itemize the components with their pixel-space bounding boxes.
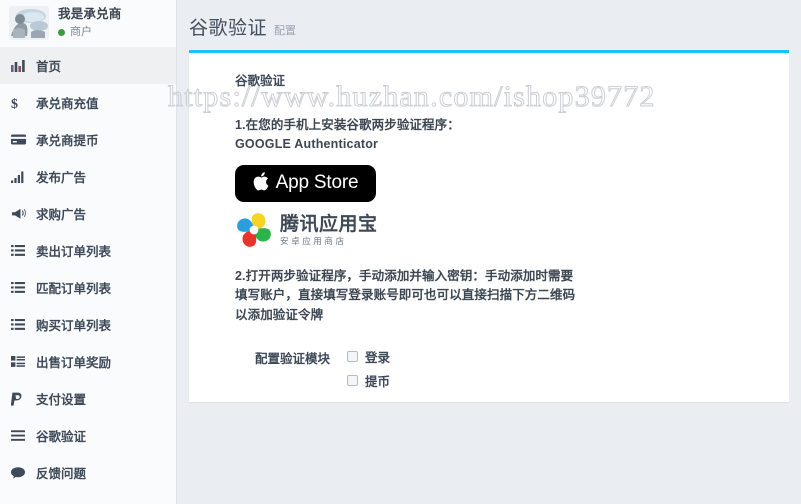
step-1-line-2: GOOGLE Authenticator: [235, 137, 379, 152]
section-title: 谷歌验证: [235, 74, 286, 88]
verification-module-row: 配置验证模块 登录 提币: [235, 347, 771, 395]
step-1-line-1: 1.在您的手机上安装谷歌两步验证程序：: [235, 118, 460, 132]
bars-icon: [11, 430, 30, 441]
sidebar-item-home[interactable]: 首页: [0, 47, 176, 84]
tencent-title: 腾讯应用宝: [280, 213, 378, 235]
panel-body: 谷歌验证 1.在您的手机上安装谷歌两步验证程序： GOOGLE Authenti…: [189, 53, 789, 402]
tencent-subtitle: 安卓应用商店: [280, 235, 347, 246]
form-label: 配置验证模块: [255, 351, 331, 366]
sidebar-item-label: 支付设置: [36, 393, 87, 407]
credit-card-icon: [11, 134, 30, 145]
sidebar-item-label: 卖出订单列表: [36, 245, 112, 259]
sidebar-item-login-log[interactable]: 123 登录日志: [0, 491, 176, 504]
sidebar-item-label: 匹配订单列表: [36, 282, 112, 296]
page-subtitle: 配置: [274, 25, 297, 37]
sidebar-item-label: 首页: [36, 60, 62, 74]
tencent-myapp-logo-icon: [235, 211, 273, 249]
paypal-icon: [11, 392, 30, 406]
sidebar: 我是承兑商 商户 首页 $ 承兑商充值 承兑商提币 发布广告 求购广告 卖出订单…: [0, 0, 177, 504]
sidebar-item-label: 登录日志: [36, 500, 86, 504]
step-1-text: 1.在您的手机上安装谷歌两步验证程序： GOOGLE Authenticator: [235, 116, 771, 155]
status-dot-icon: [58, 28, 65, 36]
checkbox-box-icon[interactable]: [347, 374, 358, 386]
signal-bars-icon: [11, 171, 30, 183]
sidebar-menu: 首页 $ 承兑商充值 承兑商提币 发布广告 求购广告 卖出订单列表 匹配订单列表…: [0, 47, 176, 504]
checkbox-label: 提币: [365, 374, 391, 389]
sidebar-item-label: 承兑商提币: [36, 134, 99, 148]
profile-status-label: 商户: [70, 25, 92, 38]
sidebar-item-match-orders[interactable]: 匹配订单列表: [0, 269, 176, 306]
sidebar-profile[interactable]: 我是承兑商 商户: [0, 0, 176, 47]
dollar-sign-icon: $: [11, 96, 30, 110]
sidebar-item-payment-settings[interactable]: 支付设置: [0, 380, 176, 417]
sidebar-item-label: 发布广告: [36, 171, 87, 185]
sidebar-item-label: 谷歌验证: [36, 430, 87, 444]
app-root: 我是承兑商 商户 首页 $ 承兑商充值 承兑商提币 发布广告 求购广告 卖出订单…: [0, 0, 801, 504]
checkbox-box-icon[interactable]: [347, 350, 358, 362]
tencent-text: 腾讯应用宝 安卓应用商店: [280, 215, 378, 246]
sidebar-item-label: 购买订单列表: [36, 319, 112, 333]
google-auth-panel: 谷歌验证 1.在您的手机上安装谷歌两步验证程序： GOOGLE Authenti…: [189, 50, 789, 402]
profile-status: 商户: [58, 26, 122, 39]
checkbox-withdraw[interactable]: 提币: [347, 371, 390, 390]
app-store-label: App Store: [275, 172, 359, 194]
checkbox-login[interactable]: 登录: [347, 347, 390, 366]
profile-text: 我是承兑商 商户: [58, 7, 122, 38]
tencent-myapp-button[interactable]: 腾讯应用宝 安卓应用商店: [235, 211, 387, 249]
megaphone-icon: [11, 207, 30, 220]
checkbox-label: 登录: [365, 350, 391, 365]
app-store-button[interactable]: App Store: [235, 164, 376, 202]
sidebar-item-label: 承兑商充值: [36, 97, 99, 111]
list-icon: [11, 282, 30, 293]
checkbox-group: 登录 提币: [347, 347, 390, 395]
sidebar-item-google-auth[interactable]: 谷歌验证: [0, 417, 176, 454]
profile-name: 我是承兑商: [58, 7, 122, 22]
sidebar-item-feedback[interactable]: 反馈问题: [0, 454, 176, 491]
apple-logo-icon: [253, 171, 270, 195]
step-2-text: 2.打开两步验证程序，手动添加并输入密钥：手动添加时需要填写账户，直接填写登录账…: [235, 268, 576, 322]
sidebar-item-label: 反馈问题: [36, 467, 87, 481]
list-icon: [11, 245, 30, 256]
bar-chart-icon: [11, 59, 30, 72]
sidebar-item-label: 求购广告: [36, 208, 87, 222]
sidebar-item-label: 出售订单奖励: [36, 356, 112, 370]
list-icon: [11, 319, 30, 330]
sidebar-item-buy-orders[interactable]: 购买订单列表: [0, 306, 176, 343]
comment-icon: [11, 466, 30, 479]
sidebar-item-publish-ad[interactable]: 发布广告: [0, 158, 176, 195]
list-alt-icon: [11, 356, 30, 367]
main-content: 谷歌验证 配置 谷歌验证 1.在您的手机上安装谷歌两步验证程序： GOOGLE …: [177, 0, 801, 504]
sidebar-item-sell-orders[interactable]: 卖出订单列表: [0, 232, 176, 269]
page-header: 谷歌验证 配置: [177, 0, 801, 50]
page-title: 谷歌验证: [189, 18, 268, 39]
sidebar-item-buy-ad[interactable]: 求购广告: [0, 195, 176, 232]
svg-text:$: $: [11, 97, 18, 110]
avatar: [9, 6, 49, 40]
sidebar-item-withdraw[interactable]: 承兑商提币: [0, 121, 176, 158]
sidebar-item-recharge[interactable]: $ 承兑商充值: [0, 84, 176, 121]
sidebar-item-sell-rewards[interactable]: 出售订单奖励: [0, 343, 176, 380]
